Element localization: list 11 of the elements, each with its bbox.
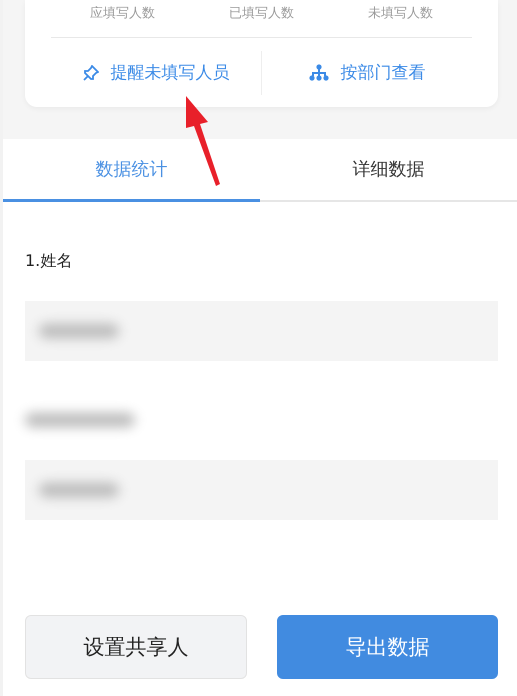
stat-label: 未填写人数	[367, 4, 434, 22]
action-button[interactable]: 提醒未填写人员	[51, 53, 261, 92]
export-button[interactable]: 导出数据	[276, 615, 498, 679]
stat-label: 已填写人数	[228, 4, 295, 22]
question-title: 1.姓名	[25, 250, 72, 272]
action-button[interactable]: 按部门查看	[262, 53, 472, 92]
pin-icon	[82, 64, 98, 80]
stat-label: 应填写人数	[89, 4, 156, 22]
share-button[interactable]: 设置共享人	[25, 615, 246, 679]
tab[interactable]: 详细数据	[260, 139, 517, 202]
hierarchy-icon	[308, 64, 328, 82]
